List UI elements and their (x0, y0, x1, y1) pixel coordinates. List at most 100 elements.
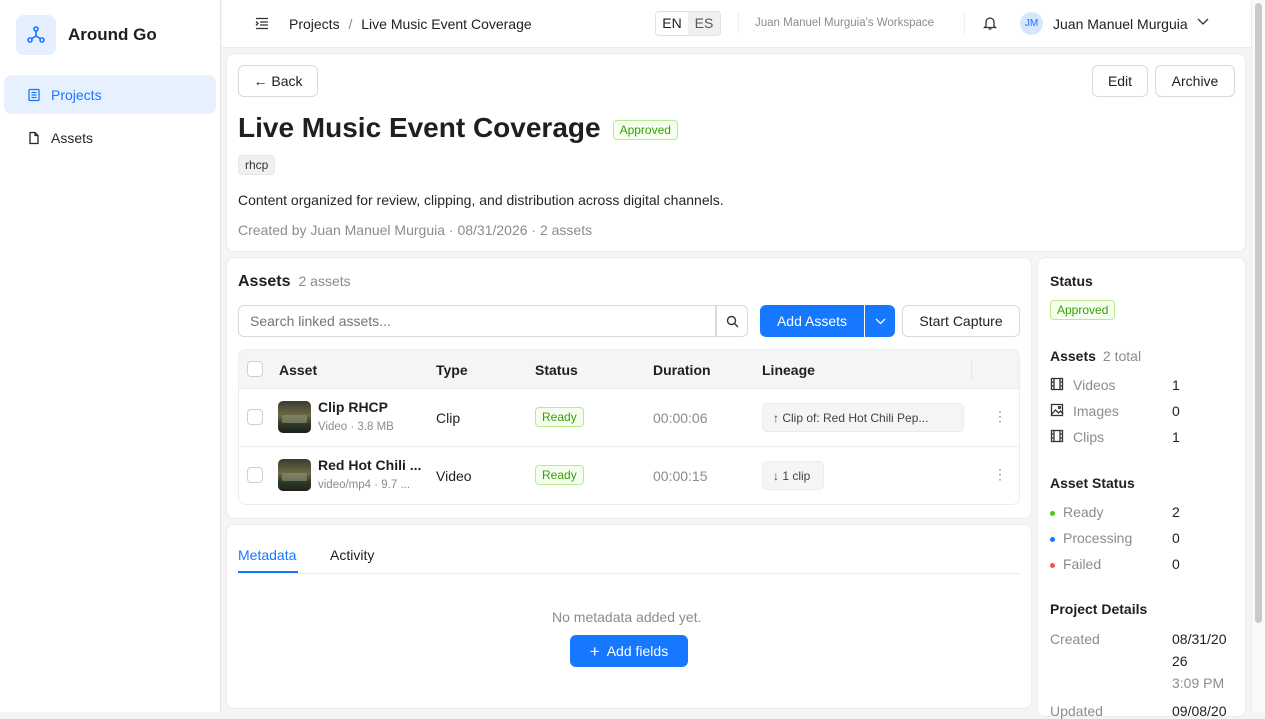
add-assets-dropdown[interactable] (865, 305, 895, 337)
asset-duration: 00:00:06 (653, 410, 708, 426)
column-header-duration[interactable]: Duration (653, 362, 711, 378)
asset-duration: 00:00:15 (653, 468, 708, 484)
row-menu-icon[interactable]: ⋮ (993, 466, 1007, 483)
app-name: Around Go (68, 25, 157, 44)
created-date-2: 26 (1172, 653, 1188, 669)
project-tag: rhcp (238, 155, 276, 175)
empty-metadata-text: No metadata added yet. (552, 609, 702, 625)
scrollbar[interactable] (1251, 0, 1265, 712)
assets-summary-title: Assets (1050, 348, 1096, 364)
status-badge: Approved (1050, 300, 1116, 320)
asset-sub: video/mp4 · 9.7 ... (318, 479, 411, 491)
created-label: Created (1050, 631, 1100, 647)
status-failed: Failed (1050, 556, 1101, 572)
workspace-name[interactable]: Juan Manuel Murguia's Workspace (755, 17, 934, 29)
asset-name[interactable]: Red Hot Chili ... (318, 457, 421, 473)
chevron-down-icon[interactable] (1197, 18, 1209, 26)
edit-button[interactable]: Edit (1092, 65, 1148, 97)
count-label: Images (1073, 403, 1119, 419)
add-assets-button[interactable]: Add Assets (760, 305, 864, 337)
archive-button[interactable]: Archive (1155, 65, 1235, 97)
film-icon (1050, 429, 1064, 443)
lang-es[interactable]: ES (688, 12, 720, 35)
topbar: Projects / Live Music Event Coverage EN … (222, 0, 1251, 48)
project-details-title: Project Details (1050, 601, 1148, 617)
assets-count: 2 assets (298, 273, 351, 289)
sidebar-item-projects[interactable]: Projects (4, 75, 216, 114)
collapse-menu-icon[interactable] (255, 17, 269, 30)
back-button[interactable]: ← Back (238, 65, 318, 97)
breadcrumb-current: Live Music Event Coverage (361, 16, 532, 32)
asset-thumbnail (278, 401, 311, 433)
status-ready-value: 2 (1172, 504, 1180, 520)
status-processing-value: 0 (1172, 530, 1180, 546)
chevron-down-icon (875, 318, 885, 324)
column-header-lineage[interactable]: Lineage (762, 362, 815, 378)
projects-icon (28, 88, 40, 101)
select-all-checkbox[interactable] (247, 361, 263, 377)
column-header-type[interactable]: Type (436, 362, 468, 378)
tab-activity[interactable]: Activity (330, 547, 374, 563)
search-button[interactable] (716, 305, 748, 337)
brand[interactable]: Around Go (16, 15, 157, 55)
status-processing: Processing (1050, 530, 1132, 546)
add-fields-button[interactable]: + Add fields (570, 635, 688, 667)
asset-type: Clip (436, 410, 461, 426)
status-failed-value: 0 (1172, 556, 1180, 572)
file-icon (29, 131, 39, 144)
app-logo-icon (16, 15, 56, 55)
asset-status-title: Asset Status (1050, 475, 1135, 491)
image-icon (1050, 403, 1064, 417)
tab-metadata[interactable]: Metadata (238, 547, 296, 563)
column-header-status[interactable]: Status (535, 362, 578, 378)
status-ready: Ready (1050, 504, 1103, 520)
avatar[interactable]: JM (1020, 12, 1043, 35)
count-label: Clips (1073, 429, 1105, 445)
add-fields-label: Add fields (606, 643, 669, 659)
row-menu-icon[interactable]: ⋮ (993, 408, 1007, 425)
asset-name[interactable]: Clip RHCP (318, 399, 388, 415)
count-value: 1 (1172, 377, 1180, 393)
row-checkbox[interactable] (247, 467, 263, 483)
user-name[interactable]: Juan Manuel Murguia (1053, 16, 1188, 32)
sidebar-item-label: Projects (51, 86, 102, 103)
lineage-chip[interactable]: ↑ Clip of: Red Hot Chili Pep... (762, 403, 964, 432)
project-description: Content organized for review, clipping, … (238, 192, 724, 208)
breadcrumb-projects[interactable]: Projects (289, 16, 340, 32)
asset-sub: Video · 3.8 MB (318, 421, 394, 433)
column-header-asset[interactable]: Asset (279, 362, 317, 378)
count-value: 0 (1172, 403, 1180, 419)
updated-label: Updated (1050, 703, 1103, 719)
bell-icon[interactable] (983, 15, 997, 31)
language-switcher: EN ES (655, 11, 721, 36)
film-icon (1050, 377, 1064, 391)
search-input[interactable] (238, 305, 716, 337)
assets-title: Assets (238, 273, 291, 290)
project-meta: Created by Juan Manuel Murguia · 08/31/2… (238, 222, 593, 238)
breadcrumb: Projects / Live Music Event Coverage (289, 16, 532, 32)
sidebar: Around Go Projects Assets (0, 0, 221, 712)
asset-thumbnail (278, 459, 311, 491)
lineage-chip[interactable]: ↓ 1 clip (762, 461, 824, 490)
updated-date-1: 09/08/20 (1172, 703, 1227, 719)
plus-icon: + (589, 641, 600, 661)
sidebar-item-assets[interactable]: Assets (4, 118, 216, 157)
count-value: 1 (1172, 429, 1180, 445)
breadcrumb-separator: / (348, 16, 353, 32)
asset-type: Video (436, 468, 472, 484)
asset-status-badge: Ready (535, 407, 584, 427)
status-title: Status (1050, 273, 1093, 289)
status-badge: Approved (612, 120, 678, 140)
created-date-1: 08/31/20 (1172, 631, 1227, 647)
asset-status-badge: Ready (535, 465, 584, 485)
count-label: Videos (1073, 377, 1116, 393)
search-icon (726, 315, 738, 327)
project-header-card: ← Back Edit Archive Live Music Event Cov… (226, 53, 1246, 252)
start-capture-button[interactable]: Start Capture (902, 305, 1020, 337)
row-checkbox[interactable] (247, 409, 263, 425)
assets-summary-total: 2 total (1102, 348, 1142, 364)
sidebar-item-label: Assets (51, 129, 94, 146)
lang-en[interactable]: EN (656, 12, 688, 35)
page-title: Live Music Event Coverage (238, 112, 601, 143)
created-time: 3:09 PM (1172, 675, 1225, 691)
